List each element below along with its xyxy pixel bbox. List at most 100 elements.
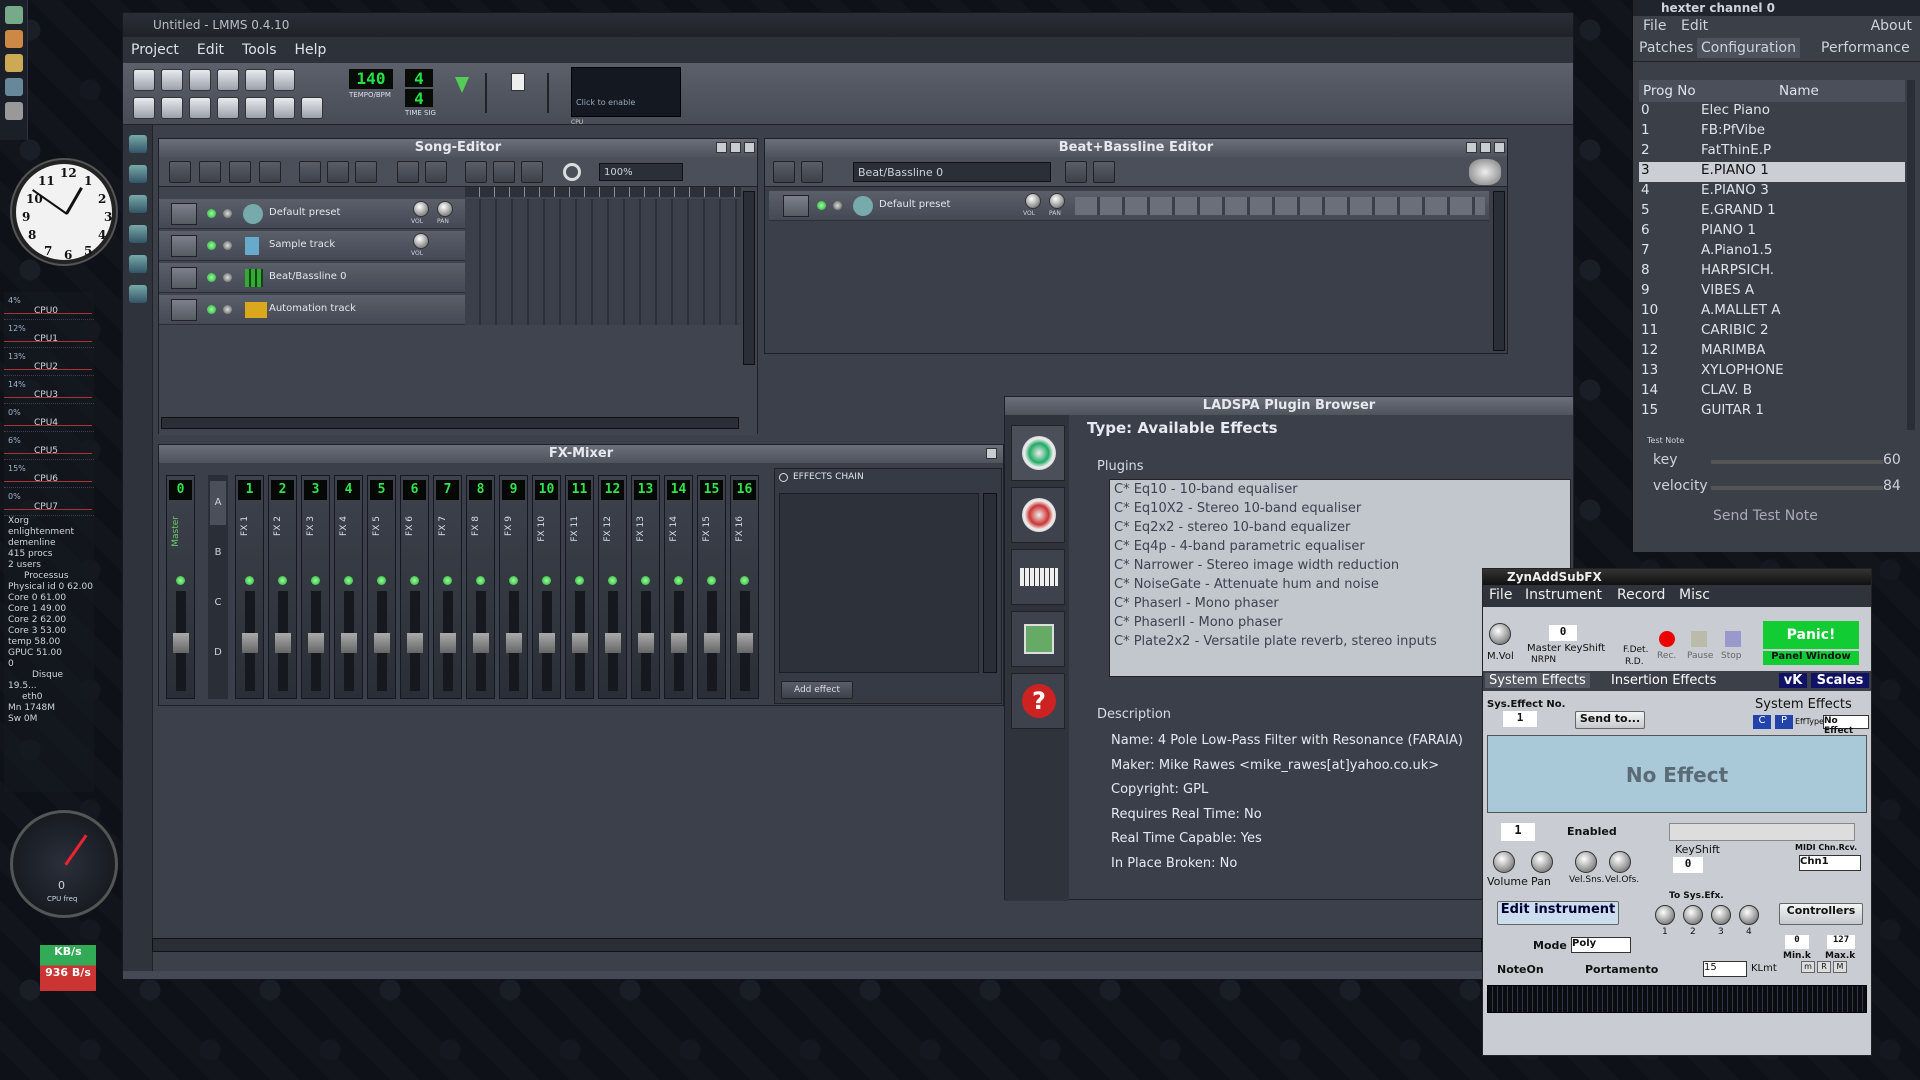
virtual-keyboard[interactable] [1487, 985, 1867, 1013]
vertical-scrollbar[interactable] [743, 191, 755, 365]
list-item[interactable]: C* Eq4p - 4-band parametric equaliser [1110, 537, 1570, 556]
track-mute-led[interactable] [207, 209, 216, 218]
track-solo-led[interactable] [223, 209, 232, 218]
fx-channel[interactable]: 3 FX 3 [301, 475, 330, 699]
track-solo-led[interactable] [223, 241, 232, 250]
track-actions-icon[interactable] [171, 299, 197, 321]
controller-rack-icon[interactable] [301, 97, 323, 119]
list-item[interactable]: 10 A.MALLET A [1639, 302, 1905, 322]
list-item[interactable]: 5 E.GRAND 1 [1639, 202, 1905, 222]
root-directory-icon[interactable] [129, 255, 147, 273]
stop-icon[interactable] [1725, 631, 1741, 647]
volume-knob[interactable] [1493, 851, 1515, 873]
edit-mode-button[interactable] [425, 161, 447, 183]
horizontal-scrollbar[interactable] [161, 417, 739, 429]
track-actions-icon[interactable] [171, 235, 197, 257]
send-test-note-button[interactable]: Send Test Note [1713, 508, 1818, 524]
key-limit-select[interactable]: 15 [1703, 961, 1747, 977]
track-mute-led[interactable] [817, 201, 826, 210]
max-key-counter[interactable]: 127 [1827, 935, 1855, 949]
master-keyshift-counter[interactable]: 0 [1549, 625, 1577, 641]
minimize-icon[interactable] [716, 142, 727, 153]
menu-instrument[interactable]: Instrument [1525, 587, 1602, 603]
vel-sns-knob[interactable] [1575, 851, 1597, 873]
panic-button[interactable]: Panic! [1763, 621, 1859, 649]
cpu-oscilloscope[interactable]: Click to enable [571, 67, 681, 117]
vertical-scrollbar[interactable] [1493, 191, 1505, 351]
draw-mode-button[interactable] [397, 161, 419, 183]
close-icon[interactable] [1494, 142, 1505, 153]
pause-icon[interactable] [1691, 631, 1707, 647]
fx-channel[interactable]: 12 FX 12 [598, 475, 627, 699]
launcher-icon[interactable] [5, 54, 23, 72]
open-project-icon[interactable] [189, 69, 211, 91]
master-pitch-icon[interactable] [511, 73, 525, 91]
list-item[interactable]: 4 E.PIANO 3 [1639, 182, 1905, 202]
launcher-icon[interactable] [5, 30, 23, 48]
edit-instrument-button[interactable]: Edit instrument [1497, 901, 1619, 925]
list-item[interactable]: 0 Elec Piano [1639, 102, 1905, 122]
auto-scroll-button[interactable] [465, 161, 487, 183]
min-key-set-button[interactable]: m [1801, 961, 1815, 973]
paste-button[interactable]: P [1775, 715, 1793, 729]
sys-efx-send-knob[interactable] [1655, 905, 1675, 925]
launcher-icon[interactable] [5, 102, 23, 120]
list-item[interactable]: 14 CLAV. B [1639, 382, 1905, 402]
part-name-field[interactable] [1669, 823, 1855, 841]
tab-patches[interactable]: Patches [1639, 40, 1693, 56]
list-item[interactable]: 6 PIANO 1 [1639, 222, 1905, 242]
minimize-icon[interactable] [986, 448, 997, 459]
workspace-horizontal-scrollbar[interactable] [152, 938, 1482, 952]
list-item-selected[interactable]: 3 E.PIANO 1 [1639, 162, 1905, 182]
send-to-button[interactable]: Send to... [1575, 711, 1645, 729]
nrpn-checkbox[interactable]: NRPN [1531, 655, 1556, 665]
fx-channel[interactable]: 8 FX 8 [466, 475, 495, 699]
list-item[interactable]: 13 XYLOPHONE [1639, 362, 1905, 382]
fx-channel[interactable]: 9 FX 9 [499, 475, 528, 699]
list-item[interactable]: C* Eq10X2 - Stereo 10-band equaliser [1110, 499, 1570, 518]
menu-file[interactable]: File [1643, 18, 1666, 34]
virtual-keyboard-button[interactable]: vK [1779, 673, 1807, 688]
max-key-set-button[interactable]: M [1833, 961, 1847, 973]
track-actions-icon[interactable] [171, 267, 197, 289]
noteon-checkbox[interactable]: NoteOn [1497, 963, 1544, 976]
fx-channel[interactable]: 13 FX 13 [631, 475, 660, 699]
step-sequencer[interactable] [1075, 197, 1485, 215]
minimize-icon[interactable] [1466, 142, 1477, 153]
timesig-numerator[interactable]: 4 [405, 69, 433, 88]
timeline-ruler[interactable] [465, 187, 741, 197]
min-key-counter[interactable]: 0 [1785, 935, 1809, 949]
unavailable-effects-icon[interactable] [1011, 487, 1065, 543]
master-volume-track[interactable] [485, 73, 487, 113]
maximize-icon[interactable] [730, 142, 741, 153]
sys-efx-send-knob[interactable] [1683, 905, 1703, 925]
fx-channel[interactable]: 15 FX 15 [697, 475, 726, 699]
track-mute-led[interactable] [207, 241, 216, 250]
bb-play-button[interactable] [773, 161, 795, 183]
bank-a-button[interactable]: A [210, 481, 226, 525]
midi-channel-select[interactable]: Chn1 [1799, 855, 1861, 871]
help-icon[interactable]: ? [1011, 673, 1065, 729]
bb-selector[interactable]: Beat/Bassline 0 [853, 162, 1051, 182]
record-button[interactable] [199, 161, 221, 183]
list-item[interactable]: 15 GUITAR 1 [1639, 402, 1905, 422]
maximize-icon[interactable] [1480, 142, 1491, 153]
part-keyshift-counter[interactable]: 0 [1673, 857, 1703, 873]
patch-list[interactable]: Prog No Name 0 Elec Piano 1 FB:PfVibe 2 FatT… [1639, 80, 1905, 430]
sys-efx-send-knob[interactable] [1711, 905, 1731, 925]
enabled-checkbox[interactable]: Enabled [1567, 825, 1617, 838]
part-counter[interactable]: 1 [1501, 823, 1535, 841]
list-item[interactable]: C* Eq10 - 10-band equaliser [1110, 480, 1570, 499]
reset-keys-button[interactable]: R [1817, 961, 1831, 973]
fx-mixer-icon[interactable] [245, 97, 267, 119]
menu-about[interactable]: About [1871, 18, 1912, 34]
efftype-select[interactable]: No Effect [1823, 715, 1869, 736]
bank-d-button[interactable]: D [210, 631, 226, 675]
record-play-button[interactable] [229, 161, 251, 183]
stop-behaviour-button[interactable] [521, 161, 543, 183]
menu-file[interactable]: File [1489, 587, 1512, 603]
list-item[interactable]: 7 A.Piano1.5 [1639, 242, 1905, 262]
bank-c-button[interactable]: C [210, 581, 226, 625]
track-actions-icon[interactable] [171, 203, 197, 225]
fx-channel[interactable]: 5 FX 5 [367, 475, 396, 699]
